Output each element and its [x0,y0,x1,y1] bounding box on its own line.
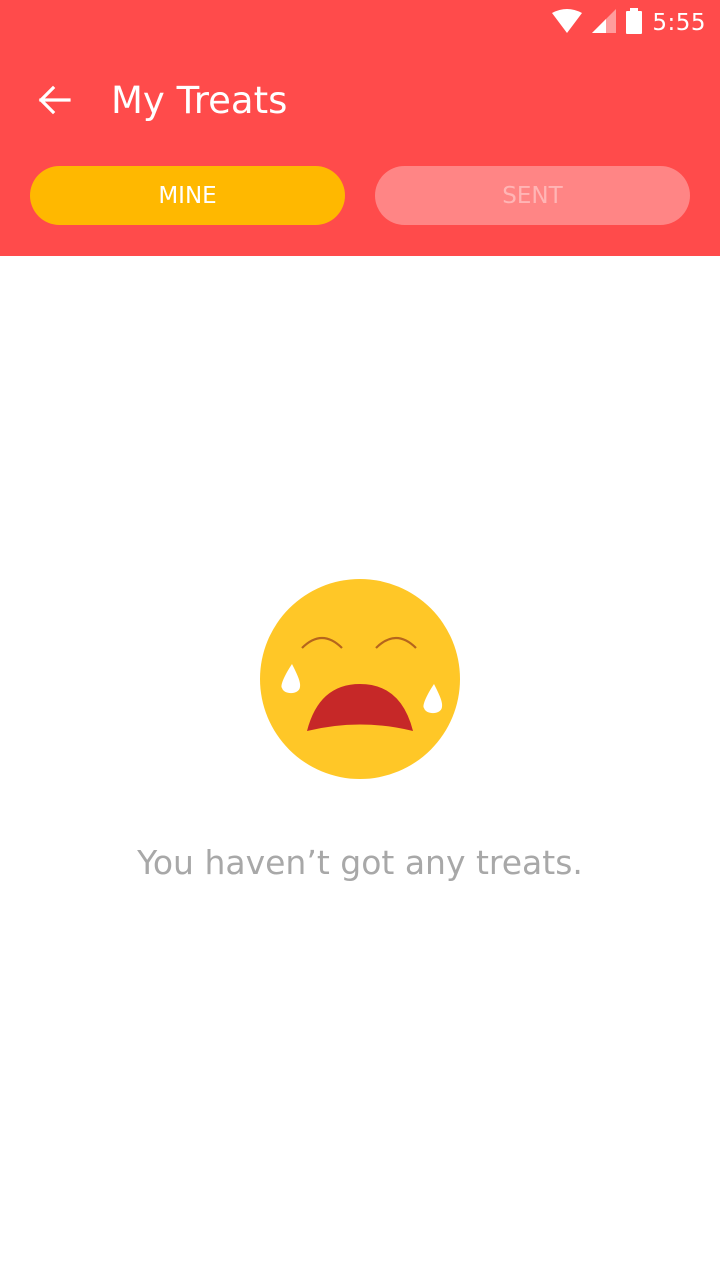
status-time: 5:55 [652,10,706,36]
page-title: My Treats [111,79,288,122]
tab-mine-label: MINE [158,182,217,209]
cellular-signal-icon [592,9,617,37]
back-button[interactable] [24,72,84,132]
wifi-icon [552,9,583,37]
tab-mine[interactable]: MINE [30,166,345,225]
arrow-back-icon [37,85,71,119]
status-bar: 5:55 [0,0,720,48]
tab-sent-label: SENT [502,182,563,209]
battery-icon [626,8,643,38]
empty-state-message: You haven’t got any treats. [137,843,583,882]
tab-sent[interactable]: SENT [375,166,690,225]
empty-state: You haven’t got any treats. [0,578,720,882]
crying-face-icon [259,578,461,780]
toolbar: My Treats [0,56,720,148]
app-header: 5:55 My Treats MINE SENT [0,0,720,256]
status-icons: 5:55 [552,8,706,38]
